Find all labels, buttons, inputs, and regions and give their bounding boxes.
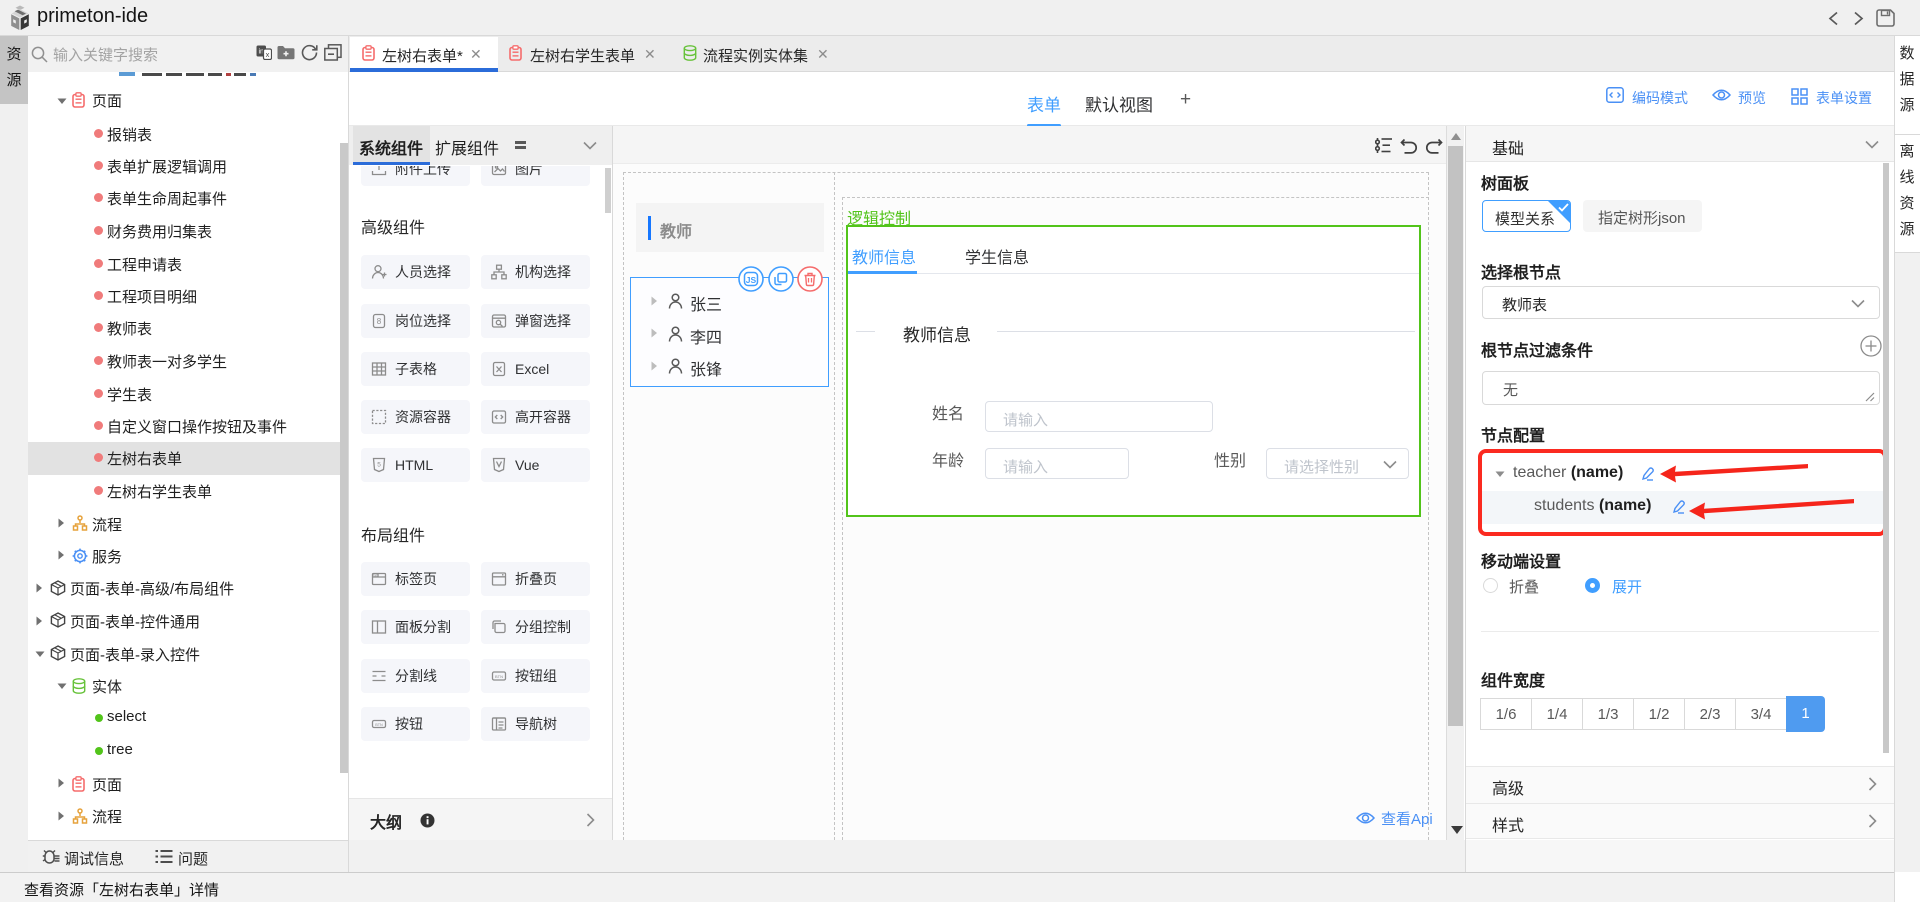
svg-text:BTN: BTN [375,723,383,727]
svg-text:8: 8 [377,317,382,326]
svg-text:5: 5 [377,462,381,469]
svg-text:x: x [266,50,270,59]
svg-text:Tab: Tab [372,574,378,578]
svg-text:JS: JS [746,275,757,285]
svg-text:BTN: BTN [495,674,503,679]
